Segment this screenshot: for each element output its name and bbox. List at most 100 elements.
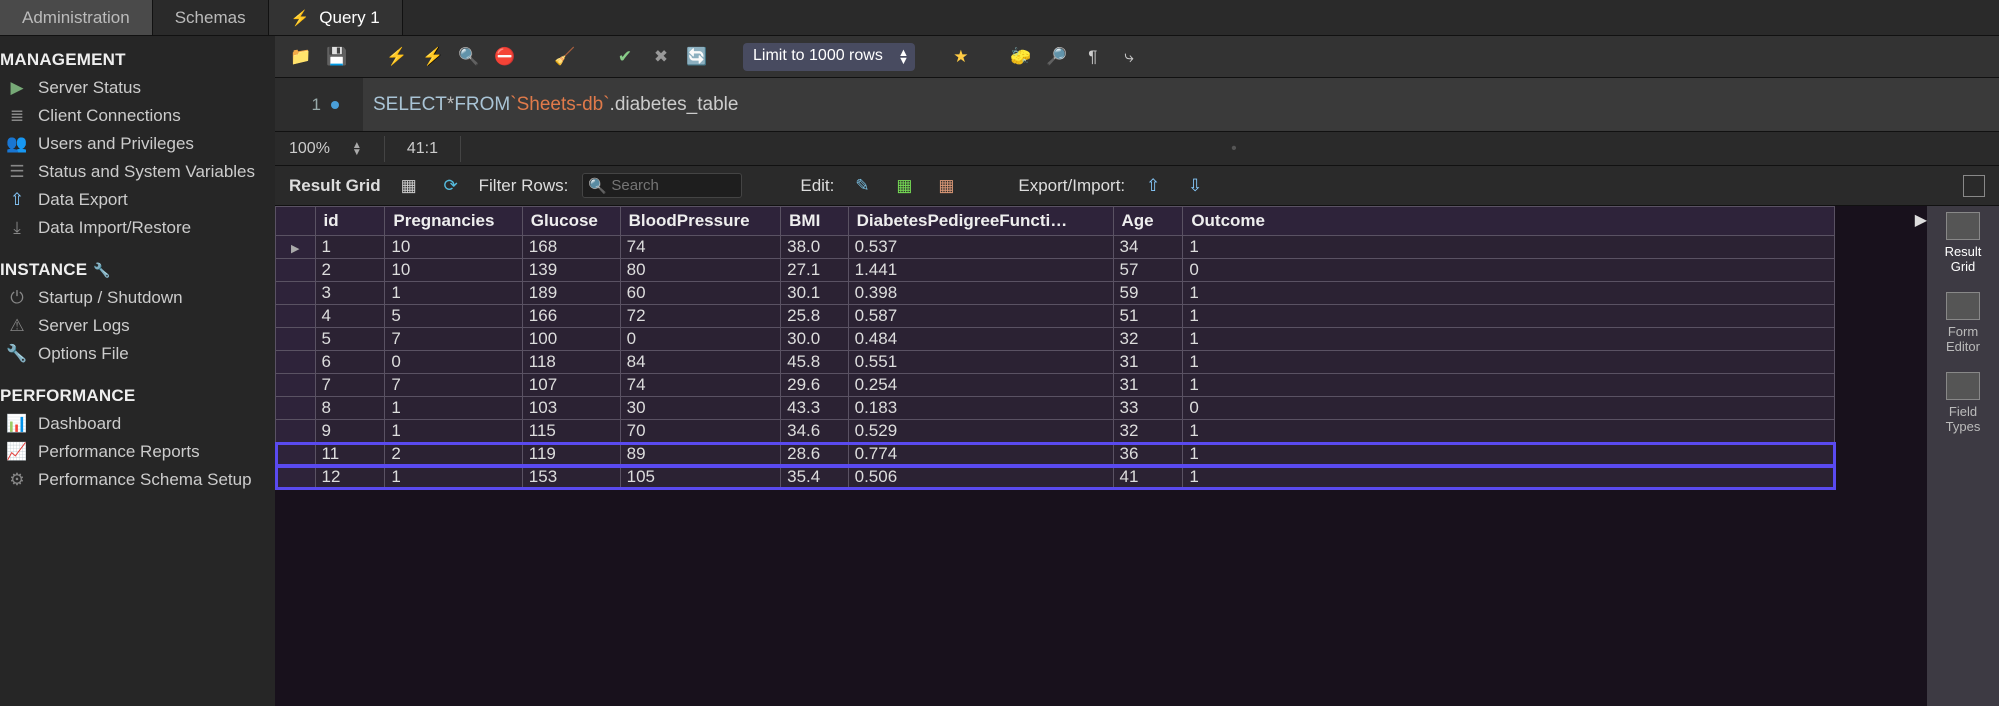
sidebar-item-client-connections[interactable]: Client Connections bbox=[0, 102, 275, 130]
cell[interactable]: 31 bbox=[1113, 374, 1183, 397]
cell[interactable]: 31 bbox=[1113, 351, 1183, 374]
table-row[interactable]: 2101398027.11.441570 bbox=[276, 259, 1835, 282]
cell[interactable]: 1 bbox=[385, 397, 522, 420]
favorite-button[interactable] bbox=[947, 43, 975, 71]
cell[interactable]: 30.0 bbox=[781, 328, 848, 351]
sidebar-item-data-import[interactable]: Data Import/Restore bbox=[0, 214, 275, 242]
cell[interactable]: 1 bbox=[385, 282, 522, 305]
add-row-button[interactable] bbox=[890, 172, 918, 200]
sidebar-item-dashboard[interactable]: Dashboard bbox=[0, 410, 275, 438]
row-header[interactable] bbox=[276, 282, 316, 305]
delete-row-button[interactable] bbox=[932, 172, 960, 200]
commit-off-button[interactable] bbox=[551, 43, 579, 71]
sidebar-item-server-status[interactable]: Server Status bbox=[0, 74, 275, 102]
row-header[interactable] bbox=[276, 374, 316, 397]
cell[interactable]: 153 bbox=[522, 466, 620, 489]
export-results-button[interactable] bbox=[1139, 172, 1167, 200]
cell[interactable]: 4 bbox=[315, 305, 385, 328]
save-button[interactable] bbox=[323, 43, 351, 71]
cell[interactable]: 1 bbox=[1183, 351, 1835, 374]
cell[interactable]: 89 bbox=[620, 443, 781, 466]
column-header[interactable]: id bbox=[315, 207, 385, 236]
cell[interactable]: 2 bbox=[385, 443, 522, 466]
cell[interactable]: 60 bbox=[620, 282, 781, 305]
cell[interactable]: 1 bbox=[1183, 328, 1835, 351]
row-header[interactable] bbox=[276, 259, 316, 282]
cell[interactable]: 0.183 bbox=[848, 397, 1113, 420]
cell[interactable]: 74 bbox=[620, 374, 781, 397]
column-header[interactable]: Glucose bbox=[522, 207, 620, 236]
row-header[interactable] bbox=[276, 236, 316, 259]
cell[interactable]: 0.537 bbox=[848, 236, 1113, 259]
cell[interactable]: 166 bbox=[522, 305, 620, 328]
cell[interactable]: 3 bbox=[315, 282, 385, 305]
cell[interactable]: 12 bbox=[315, 466, 385, 489]
sidebar-item-users[interactable]: Users and Privileges bbox=[0, 130, 275, 158]
cell[interactable]: 59 bbox=[1113, 282, 1183, 305]
wrap-cells-button[interactable] bbox=[1963, 175, 1985, 197]
zoom-stepper[interactable]: ▲▼ bbox=[352, 142, 362, 156]
rollback-button[interactable] bbox=[647, 43, 675, 71]
cell[interactable]: 168 bbox=[522, 236, 620, 259]
cell[interactable]: 0.254 bbox=[848, 374, 1113, 397]
cell[interactable]: 6 bbox=[315, 351, 385, 374]
cell[interactable]: 1 bbox=[1183, 282, 1835, 305]
cell[interactable]: 32 bbox=[1113, 328, 1183, 351]
cell[interactable]: 5 bbox=[315, 328, 385, 351]
cell[interactable]: 11 bbox=[315, 443, 385, 466]
find-button[interactable] bbox=[1043, 43, 1071, 71]
view-result-grid[interactable]: Result Grid bbox=[1945, 212, 1982, 274]
cell[interactable]: 103 bbox=[522, 397, 620, 420]
sidebar-item-options-file[interactable]: Options File bbox=[0, 340, 275, 368]
table-row[interactable]: 811033043.30.183330 bbox=[276, 397, 1835, 420]
column-header[interactable]: BloodPressure bbox=[620, 207, 781, 236]
row-header[interactable] bbox=[276, 466, 316, 489]
table-row[interactable]: 911157034.60.529321 bbox=[276, 420, 1835, 443]
cell[interactable]: 27.1 bbox=[781, 259, 848, 282]
cell[interactable]: 70 bbox=[620, 420, 781, 443]
cell[interactable]: 7 bbox=[315, 374, 385, 397]
table-row[interactable]: 12115310535.40.506411 bbox=[276, 466, 1835, 489]
cell[interactable]: 74 bbox=[620, 236, 781, 259]
cell[interactable]: 33 bbox=[1113, 397, 1183, 420]
column-header[interactable]: Outcome bbox=[1183, 207, 1835, 236]
table-row[interactable]: 771077429.60.254311 bbox=[276, 374, 1835, 397]
cell[interactable]: 2 bbox=[315, 259, 385, 282]
autocommit-button[interactable] bbox=[683, 43, 711, 71]
cell[interactable]: 43.3 bbox=[781, 397, 848, 420]
view-field-types[interactable]: Field Types bbox=[1946, 372, 1981, 434]
cell[interactable]: 25.8 bbox=[781, 305, 848, 328]
sidebar-item-status-vars[interactable]: Status and System Variables bbox=[0, 158, 275, 186]
cell[interactable]: 84 bbox=[620, 351, 781, 374]
cell[interactable]: 119 bbox=[522, 443, 620, 466]
cell[interactable]: 10 bbox=[385, 259, 522, 282]
cell[interactable]: 100 bbox=[522, 328, 620, 351]
result-grid[interactable]: idPregnanciesGlucoseBloodPressureBMIDiab… bbox=[275, 206, 1835, 489]
cell[interactable]: 107 bbox=[522, 374, 620, 397]
wordwrap-button[interactable] bbox=[1115, 43, 1143, 71]
cell[interactable]: 1 bbox=[1183, 236, 1835, 259]
beautify-button[interactable] bbox=[1007, 43, 1035, 71]
table-row[interactable]: 1121198928.60.774361 bbox=[276, 443, 1835, 466]
cell[interactable]: 0.774 bbox=[848, 443, 1113, 466]
cell[interactable]: 57 bbox=[1113, 259, 1183, 282]
tab-schemas[interactable]: Schemas bbox=[153, 0, 269, 35]
cell[interactable]: 30.1 bbox=[781, 282, 848, 305]
cell[interactable]: 0.506 bbox=[848, 466, 1113, 489]
cell[interactable]: 0.587 bbox=[848, 305, 1113, 328]
cell[interactable]: 9 bbox=[315, 420, 385, 443]
sidebar-item-data-export[interactable]: Data Export bbox=[0, 186, 275, 214]
cell[interactable]: 0.484 bbox=[848, 328, 1113, 351]
column-header[interactable]: Age bbox=[1113, 207, 1183, 236]
cell[interactable]: 189 bbox=[522, 282, 620, 305]
cell[interactable]: 1 bbox=[385, 420, 522, 443]
table-row[interactable]: 311896030.10.398591 bbox=[276, 282, 1835, 305]
cell[interactable]: 10 bbox=[385, 236, 522, 259]
sql-editor[interactable]: 1 SELECT * FROM `Sheets-db`.diabetes_tab… bbox=[275, 78, 1999, 132]
cell[interactable]: 32 bbox=[1113, 420, 1183, 443]
edit-row-button[interactable] bbox=[848, 172, 876, 200]
row-header[interactable] bbox=[276, 397, 316, 420]
cell[interactable]: 80 bbox=[620, 259, 781, 282]
import-results-button[interactable] bbox=[1181, 172, 1209, 200]
cell[interactable]: 115 bbox=[522, 420, 620, 443]
